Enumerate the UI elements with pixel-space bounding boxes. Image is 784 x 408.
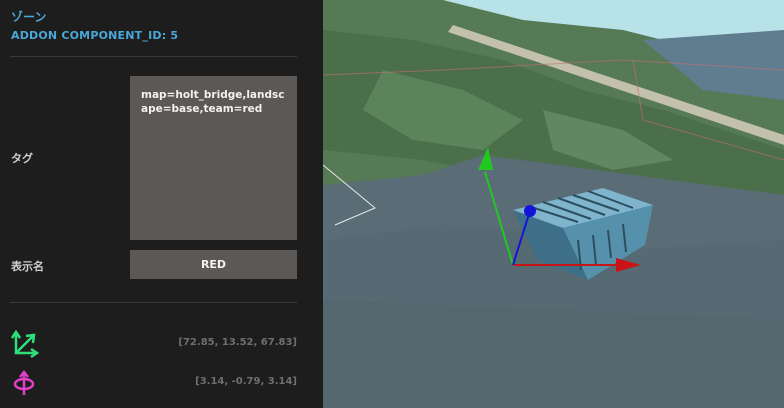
3d-viewport[interactable] <box>323 0 784 408</box>
display-name-field[interactable]: RED <box>130 250 297 279</box>
position-readout: [72.85, 13.52, 67.83] <box>178 337 297 348</box>
tag-input[interactable]: map=holt_bridge,landscape=base,team=red <box>130 76 297 240</box>
properties-panel: ゾーン ADDON COMPONENT_ID: 5 タグ map=holt_br… <box>0 0 323 408</box>
rotation-readout: [3.14, -0.79, 3.14] <box>195 376 297 387</box>
move-axes-icon[interactable] <box>10 329 40 359</box>
viewport-scene <box>323 0 784 408</box>
divider <box>10 56 297 57</box>
rotate-icon[interactable] <box>11 369 39 397</box>
component-id-label: ADDON COMPONENT_ID: 5 <box>11 29 179 42</box>
divider <box>10 302 297 303</box>
tag-label: タグ <box>11 152 33 165</box>
display-name-label: 表示名 <box>11 260 44 273</box>
panel-title: ゾーン <box>11 10 47 24</box>
